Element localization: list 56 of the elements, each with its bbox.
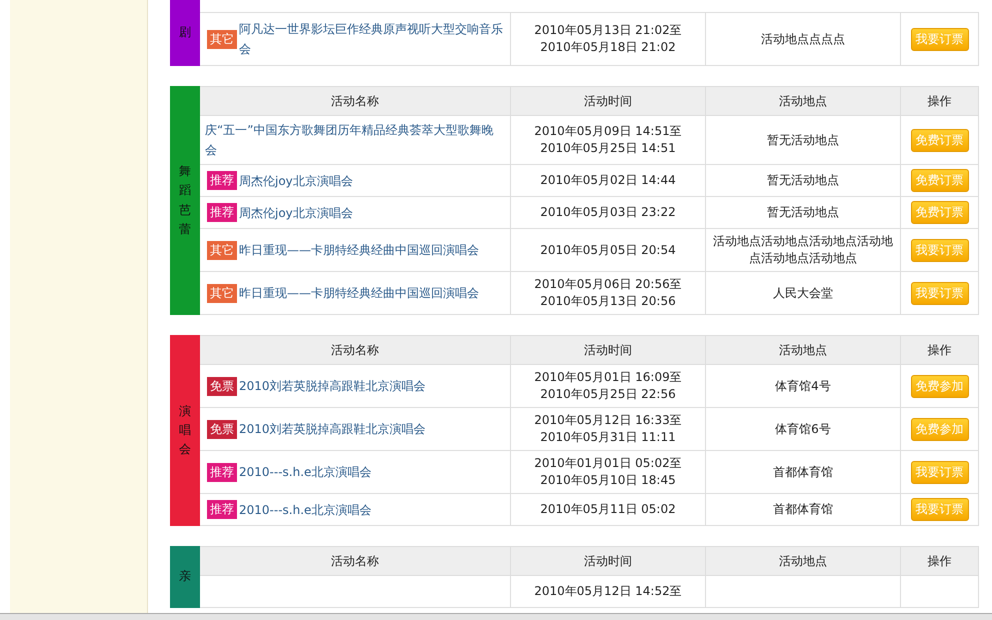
- event-time: 2010年05月11日 05:02: [540, 501, 676, 518]
- event-link[interactable]: 庆“五一”中国东方歌舞团历年精品经典荟萃大型歌舞晚会: [205, 120, 505, 160]
- event-link[interactable]: 2010刘若英脱掉高跟鞋北京演唱会: [239, 376, 426, 396]
- category-label: 剧: [179, 24, 191, 42]
- column-header: 活动时间: [511, 87, 706, 116]
- column-header: 活动名称: [200, 336, 511, 365]
- event-time: 2010年05月06日 20:56至 2010年05月13日 20:56: [534, 276, 682, 310]
- tag-label: 推荐: [207, 462, 237, 482]
- event-time: 2010年05月13日 21:02至 2010年05月18日 21:02: [534, 22, 682, 56]
- event-time: 2010年05月02日 14:44: [540, 172, 676, 189]
- event-link[interactable]: 周杰伦joy北京演唱会: [239, 202, 353, 222]
- event-place: 首都体育馆: [773, 501, 833, 518]
- event-place: 活动地点点点点: [761, 30, 845, 48]
- event-link[interactable]: 昨日重现——卡朋特经典经曲中国巡回演唱会: [239, 240, 479, 260]
- category-label: 演唱会: [179, 402, 191, 458]
- column-header: 操作: [901, 87, 979, 116]
- tag-label: 推荐: [207, 500, 237, 519]
- event-time: 2010年01月01日 05:02至 2010年05月10日 18:45: [534, 455, 682, 489]
- event-time: 2010年05月12日 14:52至: [534, 583, 682, 600]
- event-place: 人民大会堂: [773, 284, 833, 302]
- tag-label: 推荐: [207, 203, 237, 222]
- event-place: 首都体育馆: [773, 464, 833, 480]
- event-place: 暂无活动地点: [767, 132, 839, 148]
- event-link[interactable]: 周杰伦joy北京演唱会: [239, 170, 353, 190]
- event-link[interactable]: 昨日重现——卡朋特经典经曲中国巡回演唱会: [239, 283, 479, 303]
- column-header: 活动地点: [706, 547, 901, 576]
- column-header: 操作: [901, 547, 979, 576]
- tag-label: 推荐: [207, 171, 237, 190]
- event-place: 体育馆4号: [775, 378, 831, 394]
- event-time: 2010年05月03日 23:22: [540, 204, 676, 221]
- event-place: 体育馆6号: [775, 420, 831, 438]
- event-link[interactable]: 2010---s.h.e北京演唱会: [239, 500, 372, 520]
- column-header: 活动时间: [511, 547, 706, 576]
- column-header: 活动地点: [706, 87, 901, 116]
- event-time: 2010年05月09日 14:51至 2010年05月25日 14:51: [534, 123, 682, 157]
- event-link[interactable]: 阿凡达一世界影坛巨作经典原声视听大型交响音乐会: [239, 19, 505, 59]
- column-header: 操作: [901, 336, 979, 365]
- event-time: 2010年05月12日 16:33至 2010年05月31日 11:11: [534, 412, 682, 446]
- column-header: 活动名称: [200, 547, 511, 576]
- column-header: 活动地点: [706, 336, 901, 365]
- category-label: 舞蹈芭蕾: [179, 163, 191, 238]
- tag-label: 免票: [207, 376, 237, 396]
- tag-label: 免票: [207, 420, 237, 438]
- event-place: 暂无活动地点: [767, 204, 839, 221]
- column-header: 活动时间: [511, 336, 706, 365]
- event-time: 2010年05月01日 16:09至 2010年05月25日 22:56: [534, 369, 682, 403]
- event-link[interactable]: 2010刘若英脱掉高跟鞋北京演唱会: [239, 419, 426, 439]
- tag-label: 其它: [207, 284, 237, 302]
- event-place: 活动地点活动地点活动地点活动地点活动地点活动地点: [712, 233, 894, 267]
- event-place: 暂无活动地点: [767, 172, 839, 189]
- tag-label: 其它: [207, 30, 237, 48]
- column-header: 活动名称: [200, 87, 511, 116]
- event-link[interactable]: 2010---s.h.e北京演唱会: [239, 462, 372, 482]
- tag-label: 其它: [207, 240, 237, 260]
- category-label: 亲: [179, 568, 191, 586]
- event-time: 2010年05月05日 20:54: [540, 242, 676, 258]
